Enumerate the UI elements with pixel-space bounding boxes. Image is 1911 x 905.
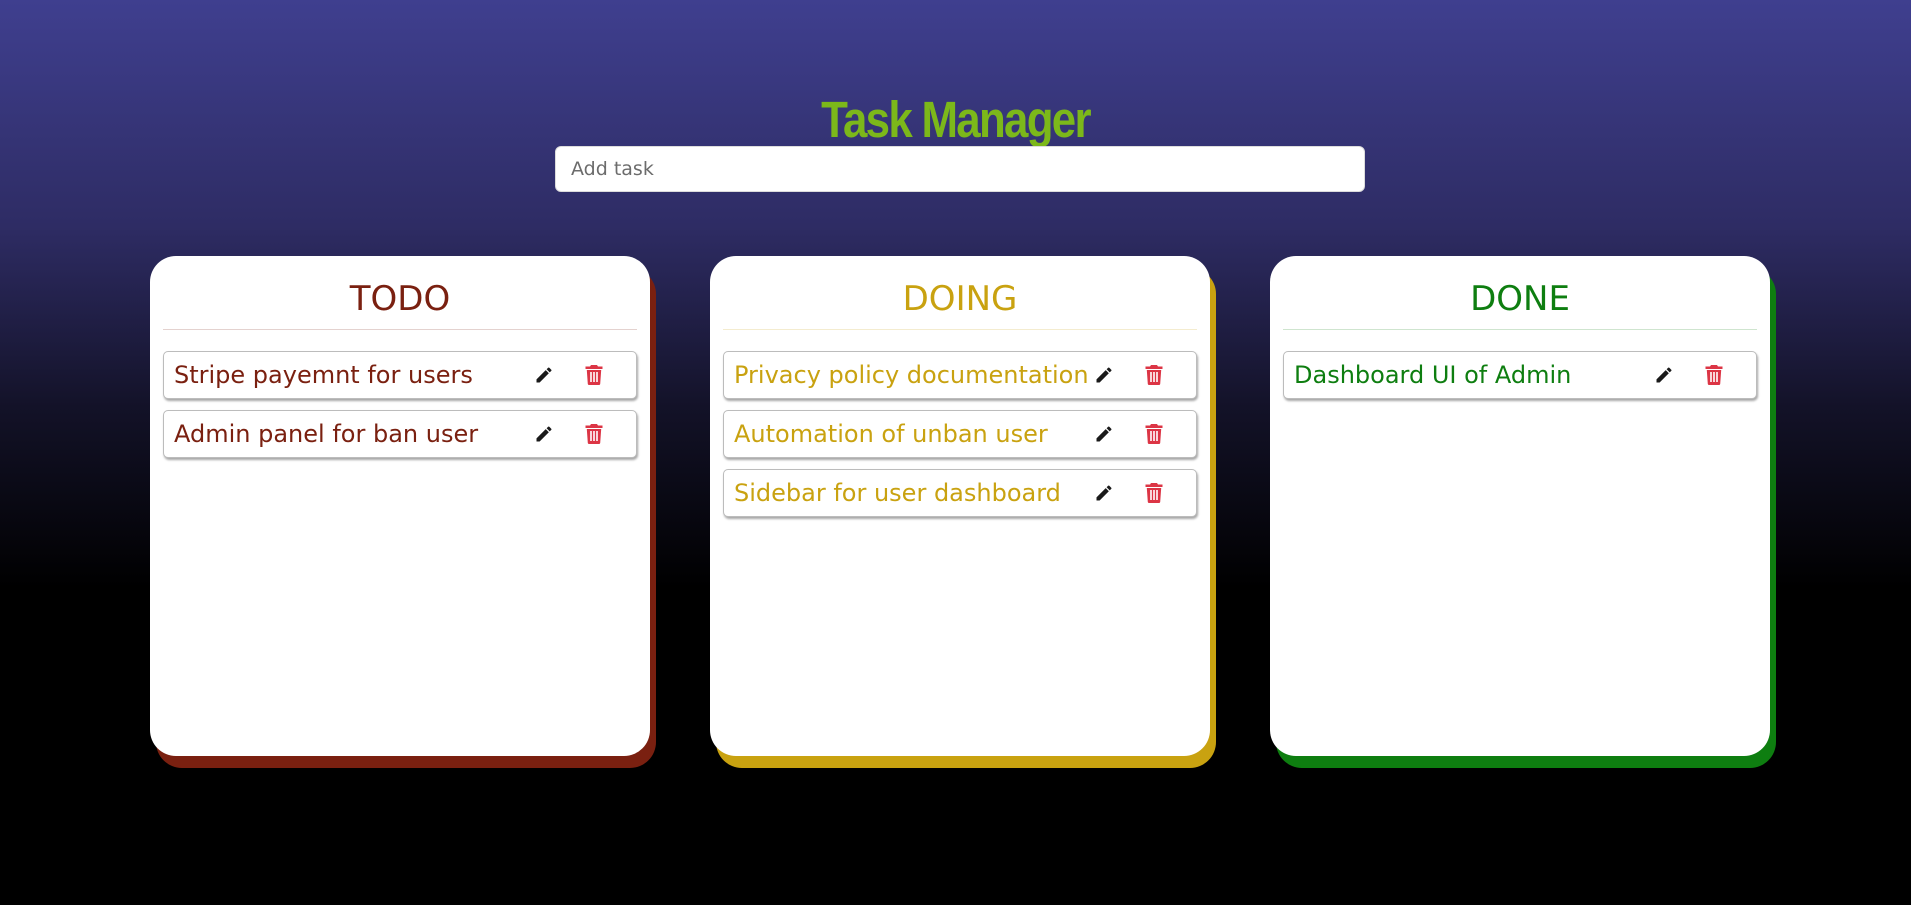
- trash-icon[interactable]: [1698, 359, 1730, 391]
- trash-icon[interactable]: [1138, 359, 1170, 391]
- trash-icon[interactable]: [578, 359, 610, 391]
- pencil-icon[interactable]: [528, 418, 560, 450]
- task-text: Sidebar for user dashboard: [734, 479, 1061, 507]
- column-title-doing: DOING: [902, 279, 1018, 319]
- column-todo: TODO Stripe payemnt for users Admin pane…: [150, 256, 650, 756]
- page-title: Task Manager: [821, 91, 1091, 149]
- task-card[interactable]: Stripe payemnt for users: [163, 351, 637, 399]
- pencil-icon[interactable]: [1088, 477, 1120, 509]
- task-card[interactable]: Automation of unban user: [723, 410, 1197, 458]
- add-task-input[interactable]: [555, 146, 1365, 192]
- trash-icon[interactable]: [1138, 418, 1170, 450]
- column-done: DONE Dashboard UI of Admin: [1270, 256, 1770, 756]
- column-title-done: DONE: [1470, 279, 1570, 319]
- task-text: Privacy policy documentation: [734, 361, 1088, 389]
- task-card[interactable]: Sidebar for user dashboard: [723, 469, 1197, 517]
- task-card[interactable]: Admin panel for ban user: [163, 410, 637, 458]
- column-divider: [163, 329, 637, 330]
- task-text: Admin panel for ban user: [174, 420, 479, 448]
- column-doing: DOING Privacy policy documentation Autom…: [710, 256, 1210, 756]
- pencil-icon[interactable]: [1088, 418, 1120, 450]
- column-divider: [723, 329, 1197, 330]
- pencil-icon[interactable]: [528, 359, 560, 391]
- task-text: Stripe payemnt for users: [174, 361, 473, 389]
- trash-icon[interactable]: [1138, 477, 1170, 509]
- task-text: Automation of unban user: [734, 420, 1048, 448]
- pencil-icon[interactable]: [1648, 359, 1680, 391]
- column-divider: [1283, 329, 1757, 330]
- task-card[interactable]: Privacy policy documentation: [723, 351, 1197, 399]
- task-text: Dashboard UI of Admin: [1294, 361, 1572, 389]
- pencil-icon[interactable]: [1088, 359, 1120, 391]
- task-card[interactable]: Dashboard UI of Admin: [1283, 351, 1757, 399]
- trash-icon[interactable]: [578, 418, 610, 450]
- column-title-todo: TODO: [349, 279, 451, 319]
